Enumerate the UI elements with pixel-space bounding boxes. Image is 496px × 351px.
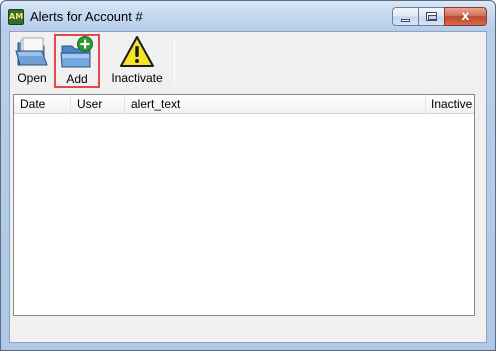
inactivate-button[interactable]: Inactivate <box>104 35 170 87</box>
warning-icon <box>119 35 155 69</box>
column-header-inactive[interactable]: Inactive <box>426 95 474 114</box>
column-header-user[interactable]: User <box>71 95 125 114</box>
title-bar[interactable]: AM Alerts for Account # x <box>1 1 495 31</box>
alerts-window: AM Alerts for Account # x Open Add Inact… <box>0 0 496 351</box>
minimize-button[interactable] <box>392 7 418 26</box>
column-header-date[interactable]: Date <box>14 95 71 114</box>
minimize-icon <box>401 19 410 22</box>
open-label: Open <box>17 71 47 85</box>
maximize-icon <box>426 12 437 21</box>
open-button[interactable]: Open <box>12 35 52 87</box>
client-area: Open Add Inactivate Date User alert_text… <box>9 31 487 343</box>
close-button[interactable]: x <box>444 7 487 26</box>
list-header: Date User alert_text Inactive <box>14 95 474 114</box>
window-title: Alerts for Account # <box>30 9 143 24</box>
open-folder-icon <box>14 35 50 69</box>
toolbar-separator <box>174 40 175 86</box>
inactivate-label: Inactivate <box>111 71 163 85</box>
status-strip <box>10 320 486 342</box>
toolbar: Open Add Inactivate <box>10 32 486 92</box>
alerts-list[interactable]: Date User alert_text Inactive <box>13 94 475 316</box>
add-button[interactable]: Add <box>54 34 100 88</box>
close-icon: x <box>461 9 470 24</box>
add-folder-icon <box>59 36 95 70</box>
column-header-alert-text[interactable]: alert_text <box>125 95 426 114</box>
add-label: Add <box>66 72 88 86</box>
app-icon[interactable]: AM <box>8 9 24 25</box>
caption-buttons: x <box>392 7 487 26</box>
maximize-button[interactable] <box>418 7 444 26</box>
